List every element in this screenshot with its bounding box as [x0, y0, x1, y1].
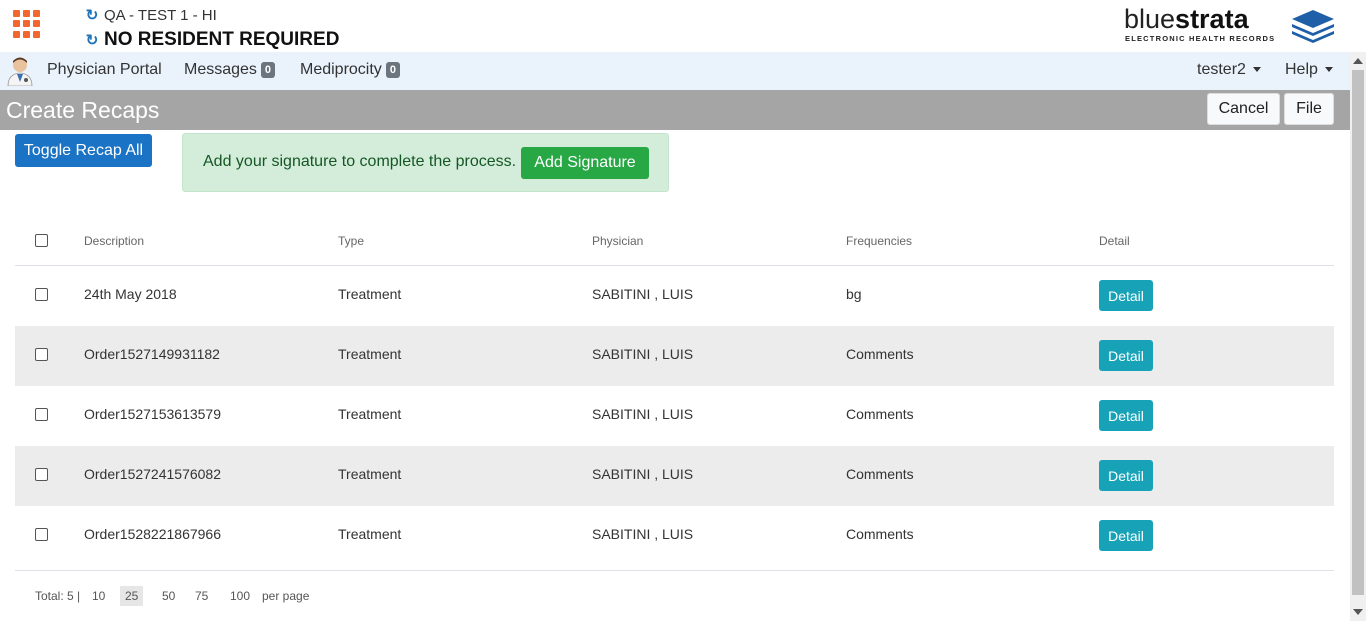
page-size-100[interactable]: 100 [230, 589, 250, 603]
cell-frequencies: bg [846, 286, 862, 302]
column-header-type: Type [338, 234, 365, 248]
cell-physician: SABITINI , LUIS [592, 286, 694, 302]
vertical-scrollbar[interactable] [1350, 52, 1366, 621]
select-all-checkbox[interactable] [35, 234, 48, 247]
pagination-total: Total: 5 | [35, 589, 81, 603]
per-page-label: per page [262, 589, 310, 603]
column-header-physician: Physician [592, 234, 644, 248]
navbar: Physician Portal Messages 0 Mediprocity … [0, 52, 1350, 90]
nav-physician-portal[interactable]: Physician Portal [47, 61, 162, 79]
detail-button[interactable]: Detail [1099, 340, 1153, 371]
scrollbar-thumb[interactable] [1352, 70, 1364, 595]
column-header-frequencies: Frequencies [846, 234, 913, 248]
page-size-50[interactable]: 50 [162, 589, 175, 603]
logo-text-blue: blue [1124, 4, 1176, 34]
nav-messages-label: Messages [184, 61, 257, 78]
facility-name: QA - TEST 1 - HI [104, 6, 217, 24]
column-header-description: Description [84, 234, 145, 248]
signature-alert-text: Add your signature to complete the proce… [203, 153, 517, 170]
resident-name: NO RESIDENT REQUIRED [104, 29, 340, 50]
cell-frequencies: Comments [846, 526, 914, 542]
cell-description: 24th May 2018 [84, 286, 177, 302]
help-label: Help [1285, 61, 1318, 78]
row-checkbox[interactable] [35, 528, 48, 541]
cell-physician: SABITINI , LUIS [592, 406, 694, 422]
detail-button[interactable]: Detail [1099, 280, 1153, 311]
cell-type: Treatment [338, 466, 402, 482]
physician-avatar-icon [7, 57, 33, 86]
nav-messages[interactable]: Messages 0 [184, 61, 276, 79]
app: ↻ QA - TEST 1 - HI ↻ NO RESIDENT REQUIRE… [0, 0, 1366, 621]
cell-description: Order1527149931182 [84, 346, 220, 362]
add-signature-button[interactable]: Add Signature [521, 147, 649, 179]
refresh-icon[interactable]: ↻ [84, 31, 100, 49]
cell-description: Order1528221867966 [84, 526, 222, 542]
page-title: Create Recaps [6, 97, 160, 123]
row-checkbox[interactable] [35, 348, 48, 361]
page-size-10[interactable]: 10 [92, 589, 105, 603]
messages-count-badge: 0 [260, 62, 276, 78]
cell-frequencies: Comments [846, 406, 914, 422]
refresh-icon[interactable]: ↻ [84, 6, 100, 24]
page-size-75[interactable]: 75 [195, 589, 208, 603]
user-name: tester2 [1197, 61, 1246, 78]
page-title-bar: Create Recaps Cancel File [0, 90, 1350, 130]
logo-subtitle: ELECTRONIC HEALTH RECORDS [1125, 34, 1276, 43]
nav-mediprocity[interactable]: Mediprocity 0 [300, 61, 400, 79]
detail-button[interactable]: Detail [1099, 400, 1153, 431]
row-checkbox[interactable] [35, 408, 48, 421]
apps-grid-icon[interactable] [13, 10, 41, 38]
user-menu[interactable]: tester2 [1197, 61, 1261, 79]
chevron-down-icon [1324, 66, 1333, 72]
cell-type: Treatment [338, 526, 402, 542]
mediprocity-count-badge: 0 [385, 62, 400, 78]
top-header: ↻ QA - TEST 1 - HI ↻ NO RESIDENT REQUIRE… [0, 0, 1366, 52]
table-row: 24th May 2018 Treatment SABITINI , LUIS … [15, 266, 1334, 326]
page-size-25[interactable]: 25 [120, 586, 144, 606]
nav-mediprocity-label: Mediprocity [300, 61, 382, 78]
detail-button[interactable]: Detail [1099, 520, 1153, 551]
cancel-button[interactable]: Cancel [1207, 93, 1280, 125]
toggle-recap-all-button[interactable]: Toggle Recap All [15, 134, 152, 167]
cell-physician: SABITINI , LUIS [592, 466, 694, 482]
nav-physician-portal-label: Physician Portal [47, 61, 162, 78]
detail-button[interactable]: Detail [1099, 460, 1153, 491]
table-row: Order1527149931182 Treatment SABITINI , … [15, 326, 1334, 386]
logo-text-strata: strata [1175, 4, 1249, 34]
table-row: Order1527153613579 Treatment SABITINI , … [15, 386, 1334, 446]
cell-type: Treatment [338, 346, 402, 362]
row-checkbox[interactable] [35, 468, 48, 481]
cell-description: Order1527241576082 [84, 466, 222, 482]
cell-type: Treatment [338, 286, 402, 302]
file-button[interactable]: File [1284, 93, 1334, 125]
column-header-detail: Detail [1099, 234, 1130, 248]
scroll-down-arrow-icon[interactable] [1353, 609, 1363, 615]
cell-type: Treatment [338, 406, 402, 422]
table-row: Order1528221867966 Treatment SABITINI , … [15, 506, 1334, 566]
cell-frequencies: Comments [846, 346, 914, 362]
table-divider [15, 570, 1334, 571]
bluestrata-logo: bluestrata ELECTRONIC HEALTH RECORDS [1124, 4, 1338, 46]
resident-selector[interactable]: ↻ NO RESIDENT REQUIRED [84, 29, 340, 51]
table-header: Description Type Physician Frequencies D… [15, 216, 1334, 266]
table-row: Order1527241576082 Treatment SABITINI , … [15, 446, 1334, 506]
facility-selector[interactable]: ↻ QA - TEST 1 - HI [84, 6, 217, 25]
logo-layers-icon [1292, 10, 1334, 43]
cell-description: Order1527153613579 [84, 406, 222, 422]
help-menu[interactable]: Help [1285, 61, 1333, 79]
chevron-down-icon [1252, 66, 1261, 72]
row-checkbox[interactable] [35, 288, 48, 301]
scroll-gutter [1350, 0, 1366, 52]
scroll-up-arrow-icon[interactable] [1353, 58, 1363, 64]
recaps-table: Description Type Physician Frequencies D… [15, 216, 1334, 566]
signature-alert: Add your signature to complete the proce… [182, 133, 669, 192]
cell-physician: SABITINI , LUIS [592, 346, 694, 362]
cell-physician: SABITINI , LUIS [592, 526, 694, 542]
cell-frequencies: Comments [846, 466, 914, 482]
